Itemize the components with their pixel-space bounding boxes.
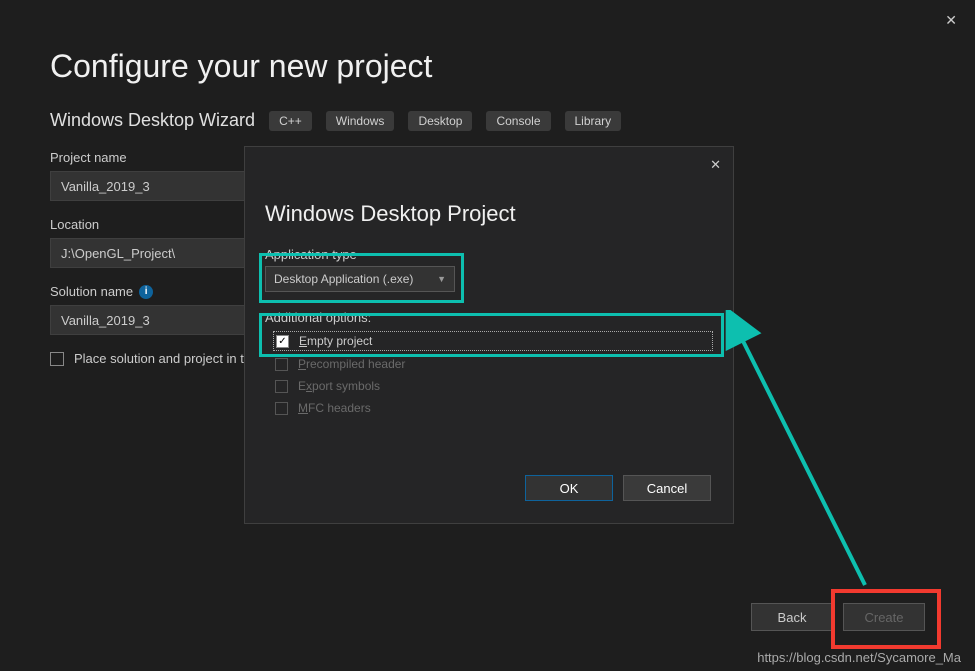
export-symbols-row: Export symbols <box>245 377 733 395</box>
export-symbols-label: Export symbols <box>298 379 380 393</box>
additional-options-label: Additional options: <box>245 306 733 331</box>
empty-project-checkbox[interactable]: ✓ <box>276 335 289 348</box>
empty-project-row[interactable]: ✓ Empty project <box>273 331 713 351</box>
ok-button[interactable]: OK <box>525 475 613 501</box>
empty-project-label: Empty project <box>299 334 372 348</box>
subtitle-row: Windows Desktop Wizard C++ Windows Deskt… <box>50 110 621 131</box>
tag-library: Library <box>565 111 622 131</box>
mfc-headers-label: MFC headers <box>298 401 371 415</box>
application-type-label: Application type <box>245 247 733 266</box>
page-title: Configure your new project <box>50 48 432 85</box>
place-solution-checkbox[interactable] <box>50 352 64 366</box>
application-type-dropdown[interactable]: Desktop Application (.exe) ▼ <box>265 266 455 292</box>
export-symbols-checkbox <box>275 380 288 393</box>
tag-desktop: Desktop <box>408 111 472 131</box>
precompiled-header-label: Precompiled header <box>298 357 405 371</box>
solution-name-label-text: Solution name <box>50 284 133 299</box>
mfc-headers-checkbox <box>275 402 288 415</box>
wizard-subtitle: Windows Desktop Wizard <box>50 110 255 131</box>
place-solution-label: Place solution and project in the <box>74 351 258 366</box>
create-button[interactable]: Create <box>843 603 925 631</box>
tag-windows: Windows <box>326 111 395 131</box>
window-close-icon[interactable]: ✕ <box>945 12 957 29</box>
cancel-button[interactable]: Cancel <box>623 475 711 501</box>
dialog-title: Windows Desktop Project <box>245 147 733 247</box>
desktop-project-dialog: ✕ Windows Desktop Project Application ty… <box>244 146 734 524</box>
dialog-close-icon[interactable]: ✕ <box>710 157 721 173</box>
tag-console: Console <box>486 111 550 131</box>
annotation-arrow <box>700 310 960 630</box>
chevron-down-icon: ▼ <box>437 274 446 284</box>
precompiled-header-row: Precompiled header <box>245 355 733 373</box>
watermark-text: https://blog.csdn.net/Sycamore_Ma <box>757 650 961 665</box>
tag-cpp: C++ <box>269 111 312 131</box>
application-type-value: Desktop Application (.exe) <box>274 272 413 286</box>
back-button[interactable]: Back <box>751 603 833 631</box>
info-icon[interactable]: i <box>139 285 153 299</box>
precompiled-header-checkbox <box>275 358 288 371</box>
mfc-headers-row: MFC headers <box>245 399 733 417</box>
